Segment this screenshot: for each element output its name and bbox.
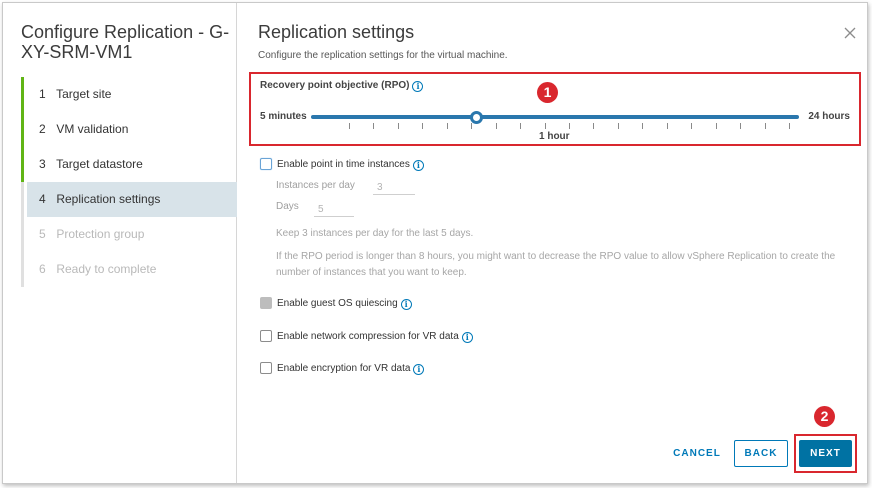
rpo-slider-tick [569, 123, 570, 129]
guest-os-quiescing-label: Enable guest OS quiescing [277, 298, 398, 309]
guest-os-quiescing-checkbox[interactable] [260, 297, 272, 309]
step-number: 4 [39, 192, 46, 206]
step-protection-group: 5 Protection group [21, 217, 237, 252]
annotation-badge-2: 2 [814, 406, 835, 427]
encryption-row: Enable encryption for VR data i [260, 362, 425, 375]
wizard-steps: 1 Target site 2 VM validation 3 Target d… [21, 77, 237, 287]
rpo-slider-tick [764, 123, 766, 129]
cancel-button[interactable]: CANCEL [672, 440, 722, 467]
rpo-slider-tick [666, 123, 668, 129]
step-label: VM validation [56, 122, 129, 136]
configure-replication-dialog: Configure Replication - G-XY-SRM-VM1 1 T… [2, 2, 868, 484]
page-title: Replication settings [258, 22, 415, 42]
rpo-slider-tick [446, 123, 448, 129]
step-label: Replication settings [56, 192, 161, 206]
step-status-bar [21, 147, 24, 182]
rpo-slider-tick [617, 123, 619, 129]
rpo-slider-track[interactable] [311, 115, 799, 119]
rpo-slider-tick [397, 123, 399, 129]
rpo-slider-tick [495, 123, 497, 129]
rpo-slider-tick [740, 123, 742, 129]
info-icon[interactable]: i [400, 299, 412, 310]
info-icon[interactable]: i [413, 364, 425, 375]
days-label: Days [276, 201, 299, 212]
close-icon[interactable] [844, 27, 856, 39]
point-in-time-checkbox[interactable] [260, 158, 272, 170]
network-compression-checkbox[interactable] [260, 330, 272, 342]
step-status-bar [21, 252, 24, 287]
step-status-bar [21, 112, 24, 147]
step-number: 5 [39, 227, 46, 241]
wizard-sidebar: Configure Replication - G-XY-SRM-VM1 1 T… [3, 3, 237, 483]
info-icon[interactable]: i [461, 332, 473, 343]
step-number: 2 [39, 122, 46, 136]
guest-os-quiescing-row: Enable guest OS quiescing i [260, 297, 412, 310]
rpo-slider-tick [691, 123, 693, 129]
wizard-title: Configure Replication - G-XY-SRM-VM1 [21, 22, 230, 62]
network-compression-row: Enable network compression for VR data i [260, 330, 473, 343]
annotation-badge-1: 1 [537, 82, 558, 103]
rpo-slider-tick [642, 123, 644, 129]
step-status-bar [21, 217, 24, 252]
encryption-checkbox[interactable] [260, 362, 272, 374]
rpo-slider-tick [349, 123, 350, 129]
step-label: Protection group [56, 227, 145, 241]
rpo-label-row: Recovery point objective (RPO) i [260, 80, 424, 92]
rpo-slider-tick [422, 123, 424, 129]
encryption-label: Enable encryption for VR data [277, 363, 411, 374]
rpo-slider-tick [471, 123, 473, 129]
info-icon[interactable]: i [412, 160, 424, 171]
point-in-time-row: Enable point in time instances i [260, 158, 424, 171]
next-button[interactable]: NEXT [799, 440, 852, 467]
rpo-instances-warning-note: If the RPO period is longer than 8 hours… [276, 251, 836, 278]
rpo-section: Recovery point objective (RPO) i 5 minute… [249, 72, 861, 146]
instances-per-day-input[interactable] [373, 180, 415, 195]
rpo-slider-tick [789, 123, 790, 129]
step-target-site[interactable]: 1 Target site [21, 77, 237, 112]
instances-summary-note: Keep 3 instances per day for the last 5 … [276, 228, 474, 239]
rpo-label: Recovery point objective (RPO) [260, 80, 410, 91]
page-subtitle: Configure the replication settings for t… [258, 50, 508, 61]
days-input[interactable] [314, 202, 354, 217]
rpo-slider-tick [544, 123, 546, 129]
rpo-max-label: 24 hours [808, 111, 850, 122]
step-label: Target datastore [56, 157, 143, 171]
rpo-slider-tick [373, 123, 375, 129]
rpo-slider-thumb[interactable] [470, 111, 484, 124]
rpo-slider-tick [715, 123, 717, 129]
info-icon[interactable]: i [412, 81, 424, 92]
step-number: 1 [39, 87, 46, 101]
step-vm-validation[interactable]: 2 VM validation [21, 112, 237, 147]
rpo-slider-tick [593, 123, 595, 129]
network-compression-label: Enable network compression for VR data [277, 331, 459, 342]
step-status-bar [21, 182, 24, 217]
step-label: Ready to complete [56, 262, 157, 276]
point-in-time-label: Enable point in time instances [277, 159, 410, 170]
step-ready-to-complete: 6 Ready to complete [21, 252, 237, 287]
rpo-current-value: 1 hour [539, 131, 570, 142]
step-status-bar [21, 77, 24, 112]
step-number: 6 [39, 262, 46, 276]
rpo-slider-tick [520, 123, 522, 129]
rpo-min-label: 5 minutes [260, 111, 307, 122]
step-target-datastore[interactable]: 3 Target datastore [21, 147, 237, 182]
step-number: 3 [39, 157, 46, 171]
instances-per-day-label: Instances per day [276, 180, 355, 191]
back-button[interactable]: BACK [734, 440, 788, 467]
wizard-content: Replication settings Configure the repli… [238, 3, 868, 483]
step-replication-settings[interactable]: 4 Replication settings [21, 182, 237, 217]
step-label: Target site [56, 87, 112, 101]
